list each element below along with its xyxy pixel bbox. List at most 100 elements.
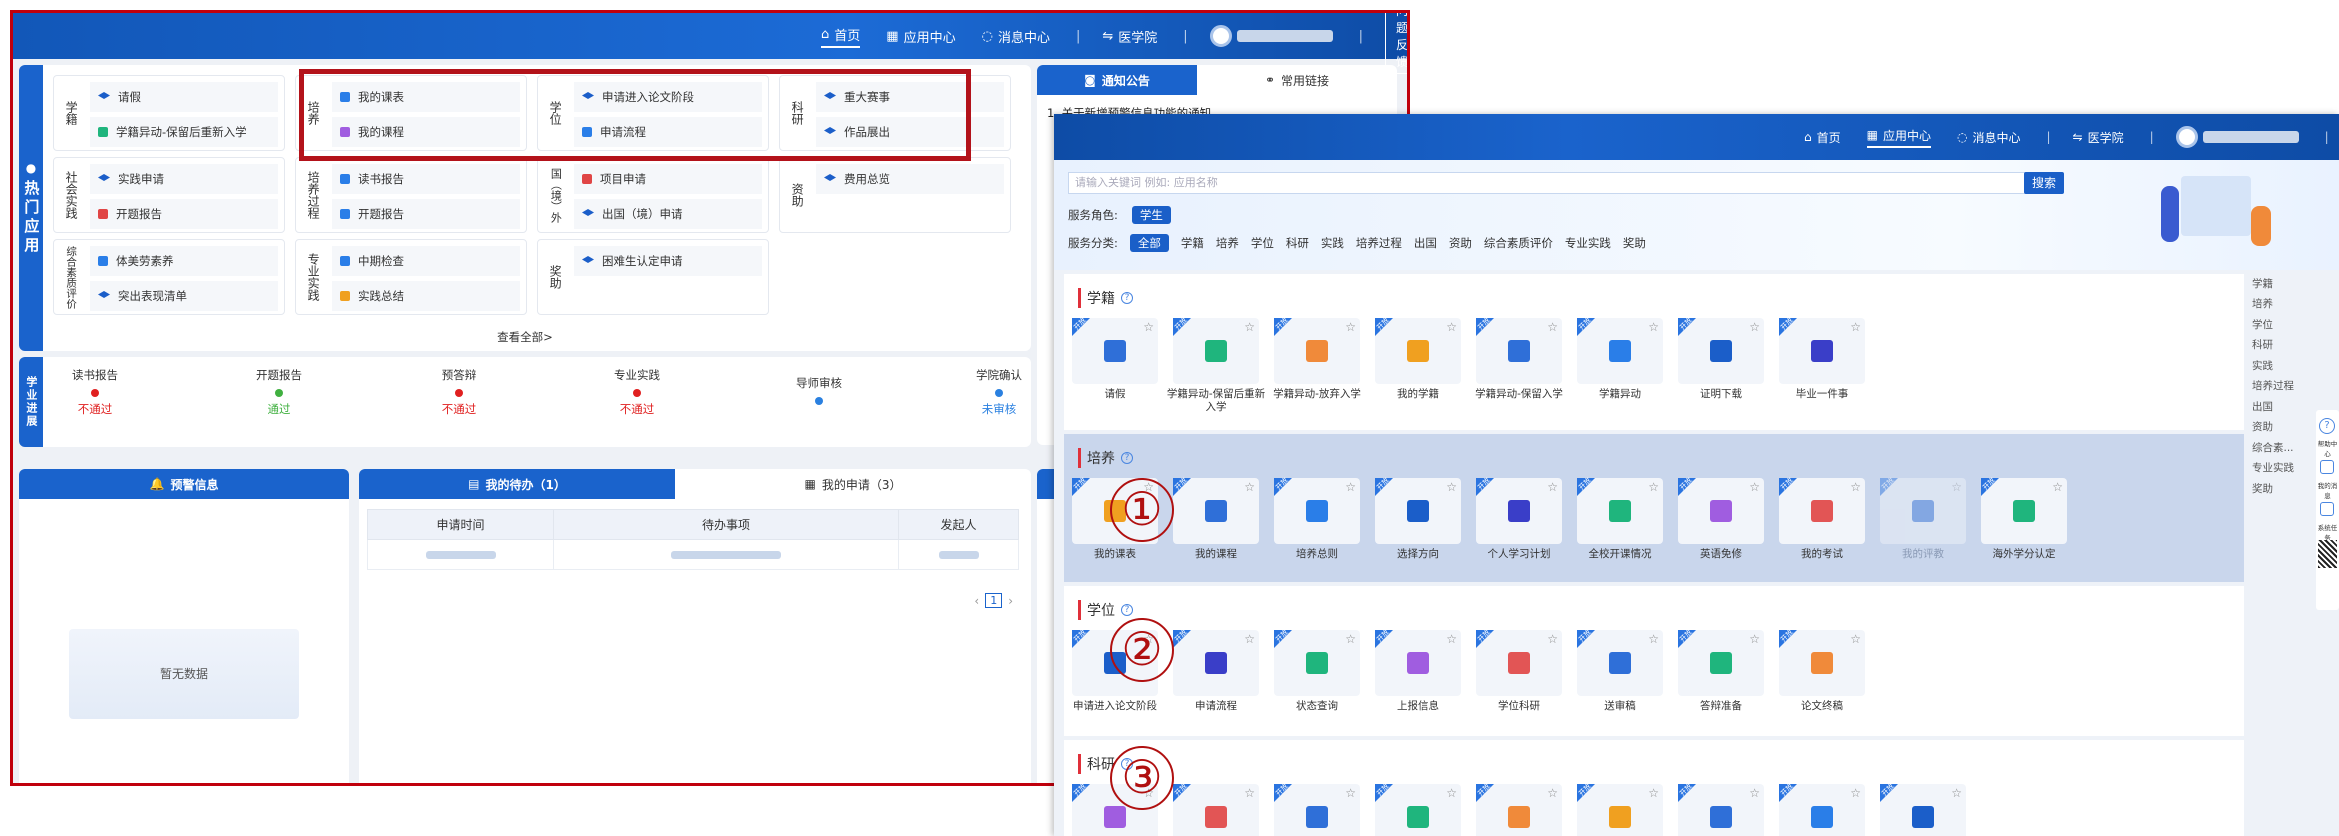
star-icon[interactable]: ☆ (1244, 632, 1255, 646)
link-opening-report[interactable]: 开题报告 (90, 199, 278, 229)
star-icon[interactable]: ☆ (2052, 480, 2063, 494)
app-tile[interactable]: 开放 ☆ (1577, 628, 1663, 696)
star-icon[interactable]: ☆ (1749, 480, 1760, 494)
nav-college[interactable]: ⇋ 医学院 (2073, 129, 2124, 146)
next-page-button[interactable]: › (1008, 594, 1013, 608)
category-chip[interactable]: 综合素质评价 (1484, 235, 1553, 251)
star-icon[interactable]: ☆ (1143, 320, 1154, 334)
star-icon[interactable]: ☆ (1547, 320, 1558, 334)
star-icon[interactable]: ☆ (1345, 786, 1356, 800)
app-tile[interactable]: 开放 ☆ (1779, 782, 1865, 836)
prev-page-button[interactable]: ‹ (974, 594, 979, 608)
star-icon[interactable]: ☆ (1951, 786, 1962, 800)
star-icon[interactable]: ☆ (1446, 480, 1457, 494)
star-icon[interactable]: ☆ (1850, 480, 1861, 494)
nav-message-center[interactable]: ◌ 消息中心 (982, 27, 1050, 46)
link-reading-report[interactable]: 读书报告 (332, 164, 520, 194)
link-outstanding-list[interactable]: 突出表现清单 (90, 281, 278, 311)
link-fee-overview[interactable]: 费用总览 (816, 164, 1004, 194)
star-icon[interactable]: ☆ (1648, 480, 1659, 494)
anchor-link[interactable]: 综合素... (2252, 438, 2312, 458)
app-tile[interactable]: 开放 ☆ (1476, 628, 1562, 696)
app-tile[interactable]: 开放 ☆ (1577, 316, 1663, 384)
app-tile[interactable]: 开放 ☆ (1779, 476, 1865, 544)
anchor-link[interactable]: 出国 (2252, 397, 2312, 417)
star-icon[interactable]: ☆ (1244, 786, 1255, 800)
app-tile[interactable]: 开放 ☆ (1476, 476, 1562, 544)
anchor-link[interactable]: 学籍 (2252, 274, 2312, 294)
app-tile[interactable]: 开放 ☆ (1476, 316, 1562, 384)
star-icon[interactable]: ☆ (1345, 480, 1356, 494)
link-practice-summary[interactable]: 实践总结 (332, 281, 520, 311)
app-tile[interactable]: 开放 ☆ (1375, 628, 1461, 696)
app-tile[interactable]: 开放 ☆ (1880, 476, 1966, 544)
link-leave[interactable]: 请假 (90, 82, 278, 112)
app-tile[interactable]: 开放 ☆ (1577, 782, 1663, 836)
link-readmit[interactable]: 学籍异动-保留后重新入学 (90, 117, 278, 147)
star-icon[interactable]: ☆ (1446, 632, 1457, 646)
star-icon[interactable]: ☆ (1749, 786, 1760, 800)
message-icon[interactable] (2320, 460, 2334, 474)
app-tile[interactable]: 开放 ☆ (1678, 782, 1764, 836)
app-tile[interactable]: 开放 ☆ (1274, 476, 1360, 544)
star-icon[interactable]: ☆ (1446, 786, 1457, 800)
app-tile[interactable]: 开放 ☆ (1476, 782, 1562, 836)
star-icon[interactable]: ☆ (1648, 632, 1659, 646)
star-icon[interactable]: ☆ (1951, 480, 1962, 494)
category-chip[interactable]: 学位 (1251, 235, 1274, 251)
category-chip[interactable]: 实践 (1321, 235, 1344, 251)
anchor-link[interactable]: 资助 (2252, 417, 2312, 437)
star-icon[interactable]: ☆ (1345, 320, 1356, 334)
app-tile[interactable]: 开放 ☆ (1375, 476, 1461, 544)
tab-my-applications[interactable]: ▦ 我的申请（3） (675, 469, 1031, 499)
search-button[interactable]: 搜索 (2024, 172, 2064, 194)
role-chip[interactable]: 学生 (1131, 206, 1171, 224)
category-chip[interactable]: 资助 (1449, 235, 1472, 251)
user-profile[interactable] (2175, 126, 2299, 148)
anchor-link[interactable]: 实践 (2252, 356, 2312, 376)
app-tile[interactable]: 开放 ☆ (1981, 476, 2067, 544)
star-icon[interactable]: ☆ (1749, 320, 1760, 334)
nav-home[interactable]: ⌂ 首页 (821, 25, 861, 48)
anchor-link[interactable]: 培养 (2252, 294, 2312, 314)
category-chip[interactable]: 培养 (1216, 235, 1239, 251)
star-icon[interactable]: ☆ (1547, 786, 1558, 800)
app-tile[interactable]: 开放 ☆ (1173, 782, 1259, 836)
app-tile[interactable]: 开放 ☆ (1779, 316, 1865, 384)
category-chip[interactable]: 奖助 (1623, 235, 1646, 251)
link-hardship-apply[interactable]: 困难生认定申请 (574, 246, 762, 276)
app-tile[interactable]: 开放 ☆ (1173, 628, 1259, 696)
link-midterm-check[interactable]: 中期检查 (332, 246, 520, 276)
star-icon[interactable]: ☆ (1648, 786, 1659, 800)
anchor-link[interactable]: 学位 (2252, 315, 2312, 335)
app-tile[interactable]: 开放 ☆ (1375, 782, 1461, 836)
table-row[interactable] (367, 539, 1019, 570)
app-tile[interactable]: 开放 ☆ (1577, 476, 1663, 544)
nav-message-center[interactable]: ◌ 消息中心 (1957, 129, 2021, 146)
star-icon[interactable]: ☆ (1446, 320, 1457, 334)
star-icon[interactable]: ☆ (1648, 320, 1659, 334)
star-icon[interactable]: ☆ (1345, 632, 1356, 646)
page-number[interactable]: 1 (985, 593, 1003, 608)
link-opening-report-2[interactable]: 开题报告 (332, 199, 520, 229)
app-tile[interactable]: 开放 ☆ (1678, 628, 1764, 696)
star-icon[interactable]: ☆ (1749, 632, 1760, 646)
app-tile[interactable]: 开放 ☆ (1072, 316, 1158, 384)
nav-app-center[interactable]: ▦ 应用中心 (886, 27, 955, 46)
app-tile[interactable]: 开放 ☆ (1880, 782, 1966, 836)
star-icon[interactable]: ☆ (1547, 480, 1558, 494)
link-physical-aesthetic[interactable]: 体美劳素养 (90, 246, 278, 276)
anchor-link[interactable]: 专业实践 (2252, 458, 2312, 478)
tab-my-todo[interactable]: ▤ 我的待办（1） (359, 469, 675, 499)
app-tile[interactable]: 开放 ☆ (1274, 628, 1360, 696)
app-tile[interactable]: 开放 ☆ (1779, 628, 1865, 696)
star-icon[interactable]: ☆ (1547, 632, 1558, 646)
app-tile[interactable]: 开放 ☆ (1375, 316, 1461, 384)
tab-common-links[interactable]: ⚭ 常用链接 (1197, 65, 1397, 95)
anchor-link[interactable]: 科研 (2252, 335, 2312, 355)
category-chip-all[interactable]: 全部 (1129, 234, 1169, 252)
star-icon[interactable]: ☆ (1244, 480, 1255, 494)
app-tile[interactable]: 开放 ☆ (1274, 316, 1360, 384)
link-abroad-apply[interactable]: 出国（境）申请 (574, 199, 762, 229)
app-tile[interactable]: 开放 ☆ (1274, 782, 1360, 836)
